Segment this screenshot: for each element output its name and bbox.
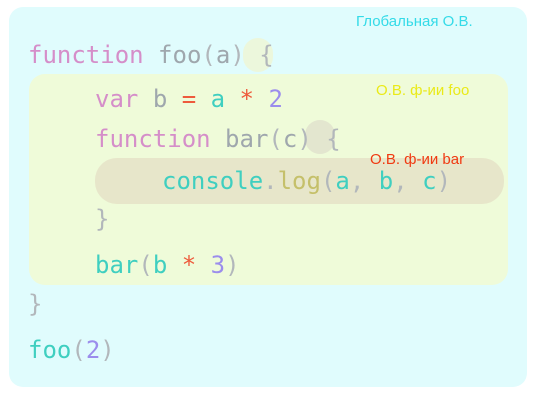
variable-b: b [152,85,168,113]
global-scope-label: Глобальная О.В. [356,13,473,30]
multiply-operator: * [181,251,197,279]
close-paren: ) [100,336,115,364]
code-line-foo-close: } [28,289,42,319]
code-line-var-b: var b = a * 2 [95,84,283,114]
open-brace: { [326,125,341,153]
close-brace: } [28,290,43,318]
open-brace: { [259,41,274,69]
close-brace: } [95,205,110,233]
number-literal: 3 [210,251,226,279]
code-line-bar-close: } [95,204,109,234]
console-object: console [162,167,264,195]
arg-a: a [335,167,350,195]
call-foo: foo [28,336,72,364]
number-literal: 2 [85,336,101,364]
keyword-function: function [95,125,211,153]
param-c: c [282,125,298,153]
keyword-function: function [28,41,144,69]
operand-a: a [210,85,226,113]
log-method: log [277,167,321,195]
comma: , [393,167,408,195]
code-line-bar-call: bar(b * 3) [95,250,240,280]
arg-c: c [422,167,437,195]
number-literal: 2 [268,85,283,113]
code-line-foo-declaration: function foo(a) { [28,40,274,70]
open-paren: ( [71,336,86,364]
close-paren: ) [230,41,245,69]
comma: , [349,167,365,195]
dot: . [263,167,278,195]
open-paren: ( [201,41,216,69]
close-paren: ) [297,125,312,153]
keyword-var: var [95,85,139,113]
call-bar: bar [95,251,139,279]
foo-scope-label: О.В. ф-ии foo [376,82,470,99]
function-name-bar: bar [225,125,269,153]
open-paren: ( [268,125,283,153]
multiply-operator: * [239,85,254,113]
code-line-bar-declaration: function bar(c) { [95,124,341,154]
close-paren: ) [225,251,240,279]
code-line-foo-call: foo(2) [28,335,115,365]
open-paren: ( [138,251,153,279]
arg-b: b [378,167,394,195]
param-a: a [215,41,231,69]
arg-b: b [152,251,168,279]
open-paren: ( [320,167,336,195]
assign-operator: = [181,85,197,113]
code-line-console-log: console.log(a, b, c) [162,166,451,196]
close-paren: ) [436,167,452,195]
function-name-foo: foo [158,41,202,69]
